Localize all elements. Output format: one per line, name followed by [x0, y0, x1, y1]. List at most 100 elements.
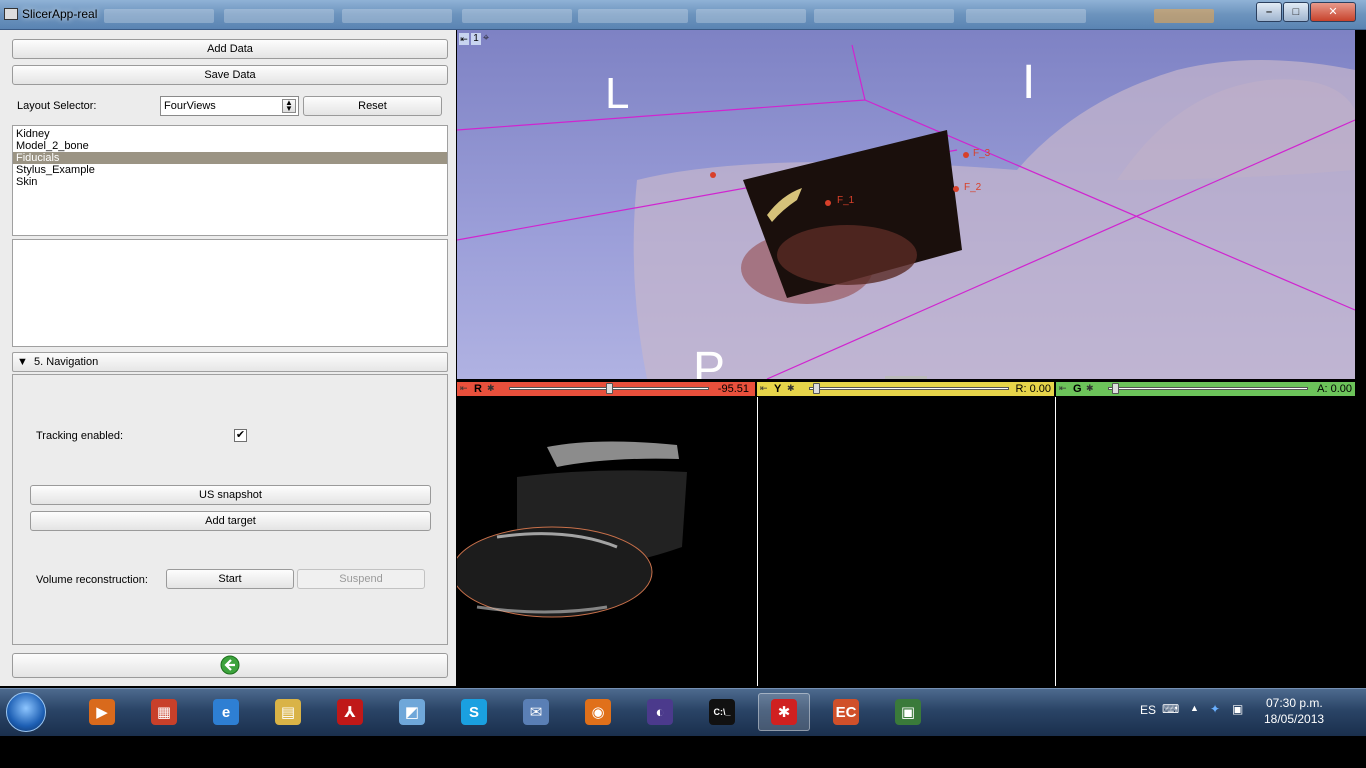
- pin-icon[interactable]: ⇤: [760, 383, 770, 394]
- red-slice-controller: ⇤ R ✱ -95.51: [457, 382, 755, 396]
- list-item[interactable]: Model_2_bone: [13, 140, 447, 152]
- green-slice-controller: ⇤ G ✱ A: 0.00: [1056, 382, 1355, 396]
- slider-handle[interactable]: [1112, 383, 1119, 394]
- keyboard-icon[interactable]: ⌨: [1162, 702, 1179, 716]
- tracking-checkbox[interactable]: ✔: [234, 429, 247, 442]
- fiducial-label: F_3: [973, 148, 991, 159]
- us-snapshot-button[interactable]: US snapshot: [30, 485, 431, 505]
- background-tab: [462, 9, 572, 23]
- skype-icon: S: [461, 699, 487, 725]
- slice-offset-slider[interactable]: [509, 383, 709, 394]
- taskbar-button[interactable]: EC: [820, 693, 872, 731]
- link-icon[interactable]: ✱: [487, 383, 497, 394]
- internet-explorer-icon: e: [213, 699, 239, 725]
- navigation-section-header[interactable]: ▼ 5. Navigation: [12, 352, 448, 372]
- fiducial-label: F_1: [837, 195, 855, 206]
- list-item[interactable]: Skin: [13, 176, 447, 188]
- fiducial-point[interactable]: [710, 172, 716, 178]
- slider-handle[interactable]: [813, 383, 820, 394]
- kidney-contour: [451, 526, 653, 618]
- collapse-arrow-icon: ▼: [17, 356, 28, 368]
- taskbar-button[interactable]: ▦: [138, 693, 190, 731]
- fiducial-point[interactable]: [963, 152, 969, 158]
- link-icon[interactable]: ✱: [1086, 383, 1096, 394]
- taskbar-button[interactable]: ◩: [386, 693, 438, 731]
- network-icon[interactable]: ▣: [1232, 702, 1243, 716]
- taskbar-button[interactable]: ◐: [634, 693, 686, 731]
- clock-date[interactable]: 18/05/2013: [1264, 712, 1324, 726]
- system-tray: ES ⌨ ▲ ✦ ▣ 07:30 p.m. 18/05/2013: [1130, 689, 1366, 737]
- slice-offset-value: R: 0.00: [1015, 383, 1051, 395]
- fiducial-label: F_2: [964, 182, 982, 193]
- app-icon: [4, 8, 18, 20]
- title-bar: SlicerApp-real – □ ✕: [0, 0, 1366, 30]
- green-slice-view[interactable]: [1055, 397, 1355, 686]
- slice-offset-slider[interactable]: [1108, 383, 1308, 394]
- taskbar-button[interactable]: ◉: [572, 693, 624, 731]
- bounding-box-line: [851, 44, 866, 101]
- minimize-button[interactable]: –: [1256, 2, 1282, 22]
- slicer-icon: ✱: [771, 699, 797, 725]
- background-tab: [224, 9, 334, 23]
- close-button[interactable]: ✕: [1310, 2, 1356, 22]
- kidney-slice: [777, 225, 917, 285]
- dropbox-icon[interactable]: ✦: [1210, 702, 1220, 716]
- suspend-button[interactable]: Suspend: [297, 569, 425, 589]
- background-tab: [966, 9, 1086, 23]
- slice-tag: Y: [774, 383, 782, 395]
- eclipse-icon: ◐: [647, 699, 673, 725]
- taskbar-button[interactable]: ✉: [510, 693, 562, 731]
- save-data-button[interactable]: Save Data: [12, 65, 448, 85]
- fiducial-point[interactable]: [825, 200, 831, 206]
- acrobat-icon: ⅄: [337, 699, 363, 725]
- maximize-button[interactable]: □: [1283, 2, 1309, 22]
- start-button[interactable]: Start: [166, 569, 294, 589]
- yellow-slice-view[interactable]: [757, 397, 1054, 686]
- media-player-icon: ▶: [89, 699, 115, 725]
- slice-tag: G: [1073, 383, 1082, 395]
- slider-handle[interactable]: [606, 383, 613, 394]
- background-tab: [814, 9, 954, 23]
- fiducial-point[interactable]: [953, 186, 959, 192]
- slice-offset-slider[interactable]: [809, 383, 1009, 394]
- add-target-button[interactable]: Add target: [30, 511, 431, 531]
- language-indicator[interactable]: ES: [1140, 703, 1156, 717]
- clock-time[interactable]: 07:30 p.m.: [1266, 696, 1323, 710]
- layout-selector-combo[interactable]: FourViews ▲ ▼: [160, 96, 299, 116]
- pin-icon[interactable]: ⇤: [459, 33, 469, 45]
- pin-icon[interactable]: ⇤: [460, 383, 470, 394]
- start-button[interactable]: [6, 692, 46, 732]
- taskbar: ▶ ▦ e ▤ ⅄ ◩ S ✉ ◉ ◐ C:\_ ✱ EC ▣ ES ⌨ ▲ ✦ ▣ 07:30 p.m.…: [0, 688, 1366, 736]
- taskbar-button[interactable]: ▣: [882, 693, 934, 731]
- taskbar-button[interactable]: S: [448, 693, 500, 731]
- slice-tag: R: [474, 383, 482, 395]
- red-slice-view[interactable]: [451, 397, 755, 686]
- list-item[interactable]: Stylus_Example: [13, 164, 447, 176]
- list-item[interactable]: Kidney: [13, 128, 447, 140]
- taskbar-button[interactable]: ▤: [262, 693, 314, 731]
- reset-button[interactable]: Reset: [303, 96, 442, 116]
- layout-selector-label: Layout Selector:: [17, 100, 97, 112]
- 3d-view-controller: ⇤ 1 ⌖: [457, 32, 507, 46]
- back-button[interactable]: [12, 653, 448, 678]
- taskbar-button[interactable]: ✱: [758, 693, 810, 731]
- slice-offset-value: -95.51: [717, 383, 749, 395]
- orientation-marker-p: P: [693, 343, 725, 379]
- view-resize-handle[interactable]: [885, 376, 927, 379]
- orientation-marker-l: L: [605, 69, 629, 118]
- taskbar-button[interactable]: ⅄: [324, 693, 376, 731]
- center-view-icon[interactable]: ⌖: [483, 32, 495, 44]
- add-data-button[interactable]: Add Data: [12, 39, 448, 59]
- show-hidden-icons-icon[interactable]: ▲: [1190, 703, 1199, 713]
- tracking-label: Tracking enabled:: [36, 430, 124, 442]
- ultrasound-echo: [547, 441, 679, 467]
- link-icon[interactable]: ✱: [787, 383, 797, 394]
- taskbar-button[interactable]: ▶: [76, 693, 128, 731]
- 3d-view[interactable]: F_1 F_2 F_3 L I P: [457, 30, 1355, 379]
- pin-icon[interactable]: ⇤: [1059, 383, 1069, 394]
- list-item[interactable]: Fiducials: [13, 152, 447, 164]
- taskbar-button[interactable]: e: [200, 693, 252, 731]
- volume-reconstruction-label: Volume reconstruction:: [36, 574, 148, 586]
- data-list[interactable]: Kidney Model_2_bone Fiducials Stylus_Exa…: [12, 125, 448, 236]
- taskbar-button[interactable]: C:\_: [696, 693, 748, 731]
